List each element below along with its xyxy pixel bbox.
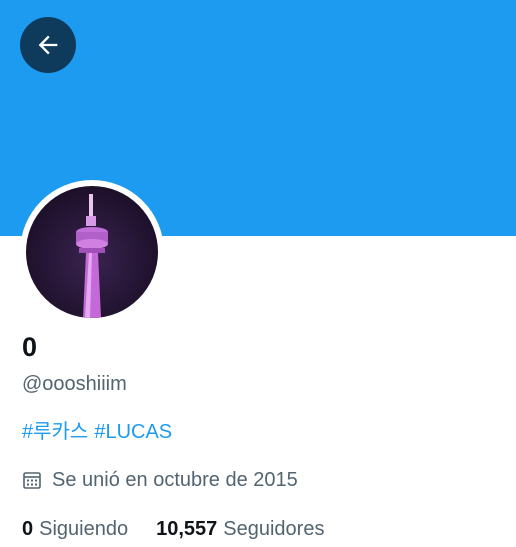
followers-link[interactable]: 10,557 Seguidores bbox=[156, 515, 324, 543]
follow-stats: 0 Siguiendo 10,557 Seguidores bbox=[22, 515, 352, 543]
calendar-icon bbox=[23, 472, 41, 489]
avatar[interactable] bbox=[26, 186, 158, 318]
handle: @oooshiiim bbox=[22, 373, 127, 395]
bio: #루카스 #LUCAS bbox=[22, 418, 178, 446]
hashtag-link[interactable]: #루카스 bbox=[22, 421, 88, 443]
following-count: 0 bbox=[22, 518, 34, 540]
avatar-frame bbox=[20, 180, 164, 324]
back-button[interactable] bbox=[20, 17, 76, 73]
arrow-left-icon bbox=[38, 35, 58, 55]
following-label: Siguiendo bbox=[39, 518, 129, 540]
following-link[interactable]: 0 Siguiendo bbox=[22, 515, 128, 543]
followers-count: 10,557 bbox=[156, 518, 218, 540]
hashtag-link[interactable]: #LUCAS bbox=[94, 421, 172, 443]
join-date-text: Se unió en octubre de 2015 bbox=[52, 469, 298, 491]
followers-label: Seguidores bbox=[223, 518, 325, 540]
join-date: Se unió en octubre de 2015 bbox=[22, 466, 298, 494]
display-name: 0 bbox=[22, 332, 38, 362]
